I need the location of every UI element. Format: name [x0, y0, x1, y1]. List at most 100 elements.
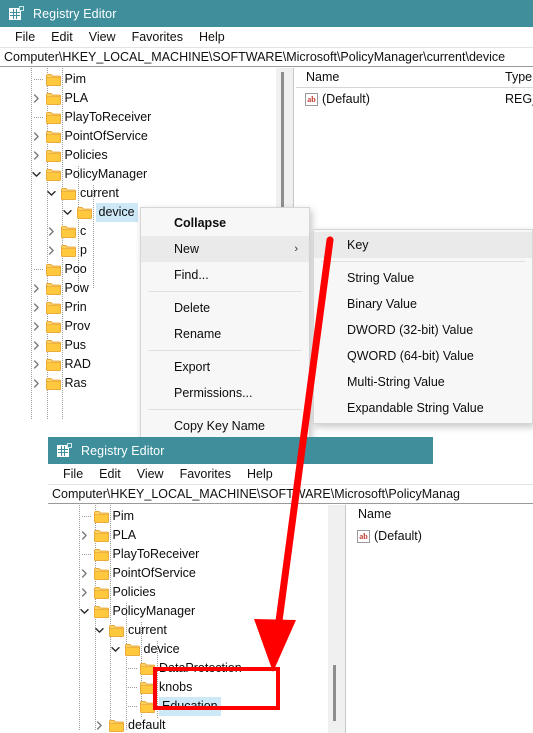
tree-item[interactable]: PointOfService — [0, 127, 275, 146]
folder-icon — [61, 187, 76, 200]
chevron-right-icon[interactable] — [32, 284, 41, 293]
chevron-down-icon[interactable] — [47, 189, 56, 198]
context-menu[interactable]: Collapse New › Find... Delete Rename Export Per… — [140, 207, 310, 442]
menu-item[interactable]: String Value — [314, 265, 532, 291]
tree-item[interactable]: Policies — [0, 146, 275, 165]
chevron-down-icon[interactable] — [95, 626, 104, 635]
menu-help[interactable]: Help — [239, 464, 281, 485]
tree-item-label: Policies — [64, 148, 108, 162]
registry-editor-window-bottom: Registry Editor File Edit View Favorites… — [48, 437, 533, 733]
chevron-right-icon[interactable] — [80, 569, 89, 578]
address-bar-bottom[interactable]: Computer\HKEY_LOCAL_MACHINE\SOFTWARE\Mic… — [48, 485, 533, 504]
tree-item[interactable]: current — [0, 184, 275, 203]
tree-item-label: Ras — [64, 376, 87, 390]
tree-item[interactable]: device — [48, 640, 327, 659]
tree-item-label: PlayToReceiver — [112, 547, 200, 561]
column-name[interactable]: Name — [358, 505, 391, 524]
list-header-top: Name Type — [296, 68, 533, 88]
menu-item[interactable]: DWORD (32-bit) Value — [314, 317, 532, 343]
tree-leaf-connector — [128, 706, 137, 707]
tree-item-label: Pim — [112, 509, 135, 523]
menu-bar-bottom: File Edit View Favorites Help — [48, 464, 533, 485]
tree-scrollbar-bottom[interactable] — [327, 505, 345, 733]
folder-icon — [93, 510, 109, 523]
menu-item[interactable]: Delete — [141, 295, 309, 321]
menu-item[interactable]: Expandable String Value — [314, 395, 532, 421]
menu-item[interactable]: Permissions... — [141, 380, 309, 406]
tree-item-label: PolicyManager — [64, 167, 148, 181]
menu-item[interactable]: QWORD (64-bit) Value — [314, 343, 532, 369]
chevron-right-icon[interactable] — [32, 360, 41, 369]
values-list-bottom[interactable]: Name ab (Default) — [348, 505, 533, 733]
folder-icon — [45, 320, 61, 333]
chevron-right-icon[interactable] — [47, 227, 56, 236]
chevron-down-icon[interactable] — [31, 170, 41, 179]
tree-item-label: Policies — [112, 585, 156, 599]
chevron-right-icon[interactable] — [80, 531, 89, 540]
tree-item[interactable]: default — [48, 716, 327, 733]
chevron-right-icon[interactable] — [80, 588, 89, 597]
tree-item[interactable]: current — [48, 621, 327, 640]
folder-icon — [76, 206, 92, 219]
folder-icon — [45, 301, 61, 314]
column-type[interactable]: Type — [505, 68, 532, 87]
chevron-right-icon[interactable] — [47, 246, 56, 255]
chevron-right-icon[interactable] — [32, 94, 41, 103]
menu-file[interactable]: File — [7, 27, 43, 48]
highlight-box-new-keys — [153, 667, 280, 710]
chevron-right-icon[interactable] — [32, 379, 41, 388]
folder-icon — [109, 719, 124, 732]
menu-item[interactable]: Rename — [141, 321, 309, 347]
tree-leaf-connector — [128, 687, 137, 688]
tree-item[interactable]: PlayToReceiver — [48, 545, 327, 564]
menu-edit[interactable]: Edit — [91, 464, 129, 485]
chevron-right-icon[interactable] — [32, 151, 41, 160]
menu-favorites[interactable]: Favorites — [172, 464, 239, 485]
tree-item-label: Pus — [64, 338, 87, 352]
value-row-default[interactable]: ab (Default) REG_ — [296, 90, 533, 109]
tree-item[interactable]: PLA — [48, 526, 327, 545]
tree-item[interactable]: PolicyManager — [0, 165, 275, 184]
chevron-right-icon[interactable] — [32, 303, 41, 312]
value-row-default[interactable]: ab (Default) — [348, 527, 533, 546]
chevron-right-icon[interactable] — [32, 322, 41, 331]
column-name[interactable]: Name — [306, 68, 339, 87]
tree-item[interactable]: PlayToReceiver — [0, 108, 275, 127]
tree-item[interactable]: PointOfService — [48, 564, 327, 583]
tree-item-label: device — [95, 203, 138, 222]
tree-item[interactable]: Policies — [48, 583, 327, 602]
tree-item[interactable]: PLA — [0, 89, 275, 108]
menu-favorites[interactable]: Favorites — [124, 27, 191, 48]
address-bar-top[interactable]: Computer\HKEY_LOCAL_MACHINE\SOFTWARE\Mic… — [0, 48, 533, 67]
menu-item[interactable]: Multi-String Value — [314, 369, 532, 395]
folder-icon — [93, 586, 109, 599]
pane-splitter-bottom[interactable] — [345, 505, 346, 733]
chevron-down-icon[interactable] — [79, 607, 89, 616]
chevron-down-icon[interactable] — [110, 645, 120, 654]
new-submenu[interactable]: Key String Value Binary Value DWORD (32-bit… — [313, 229, 533, 424]
tree-item[interactable]: Pim — [0, 70, 275, 89]
chevron-down-icon[interactable] — [62, 208, 72, 217]
value-type: REG_ — [505, 92, 533, 106]
menu-help[interactable]: Help — [191, 27, 233, 48]
menu-item[interactable]: New › — [141, 236, 309, 262]
menu-view[interactable]: View — [81, 27, 124, 48]
menu-view[interactable]: View — [129, 464, 172, 485]
tree-item-label: PolicyManager — [112, 604, 196, 618]
menu-item[interactable]: Export — [141, 354, 309, 380]
menu-file[interactable]: File — [55, 464, 91, 485]
menu-item[interactable]: Copy Key Name — [141, 413, 309, 439]
folder-icon — [45, 149, 61, 162]
menu-item[interactable]: Binary Value — [314, 291, 532, 317]
menu-item[interactable]: Key — [314, 232, 532, 258]
chevron-right-icon[interactable] — [95, 721, 104, 730]
menu-edit[interactable]: Edit — [43, 27, 81, 48]
menu-item[interactable]: Find... — [141, 262, 309, 288]
menu-item[interactable]: Collapse — [141, 210, 309, 236]
chevron-right-icon[interactable] — [32, 132, 41, 141]
tree-item[interactable]: Pim — [48, 507, 327, 526]
chevron-right-icon[interactable] — [32, 341, 41, 350]
menu-separator — [148, 291, 302, 292]
menu-separator — [148, 350, 302, 351]
tree-item[interactable]: PolicyManager — [48, 602, 327, 621]
